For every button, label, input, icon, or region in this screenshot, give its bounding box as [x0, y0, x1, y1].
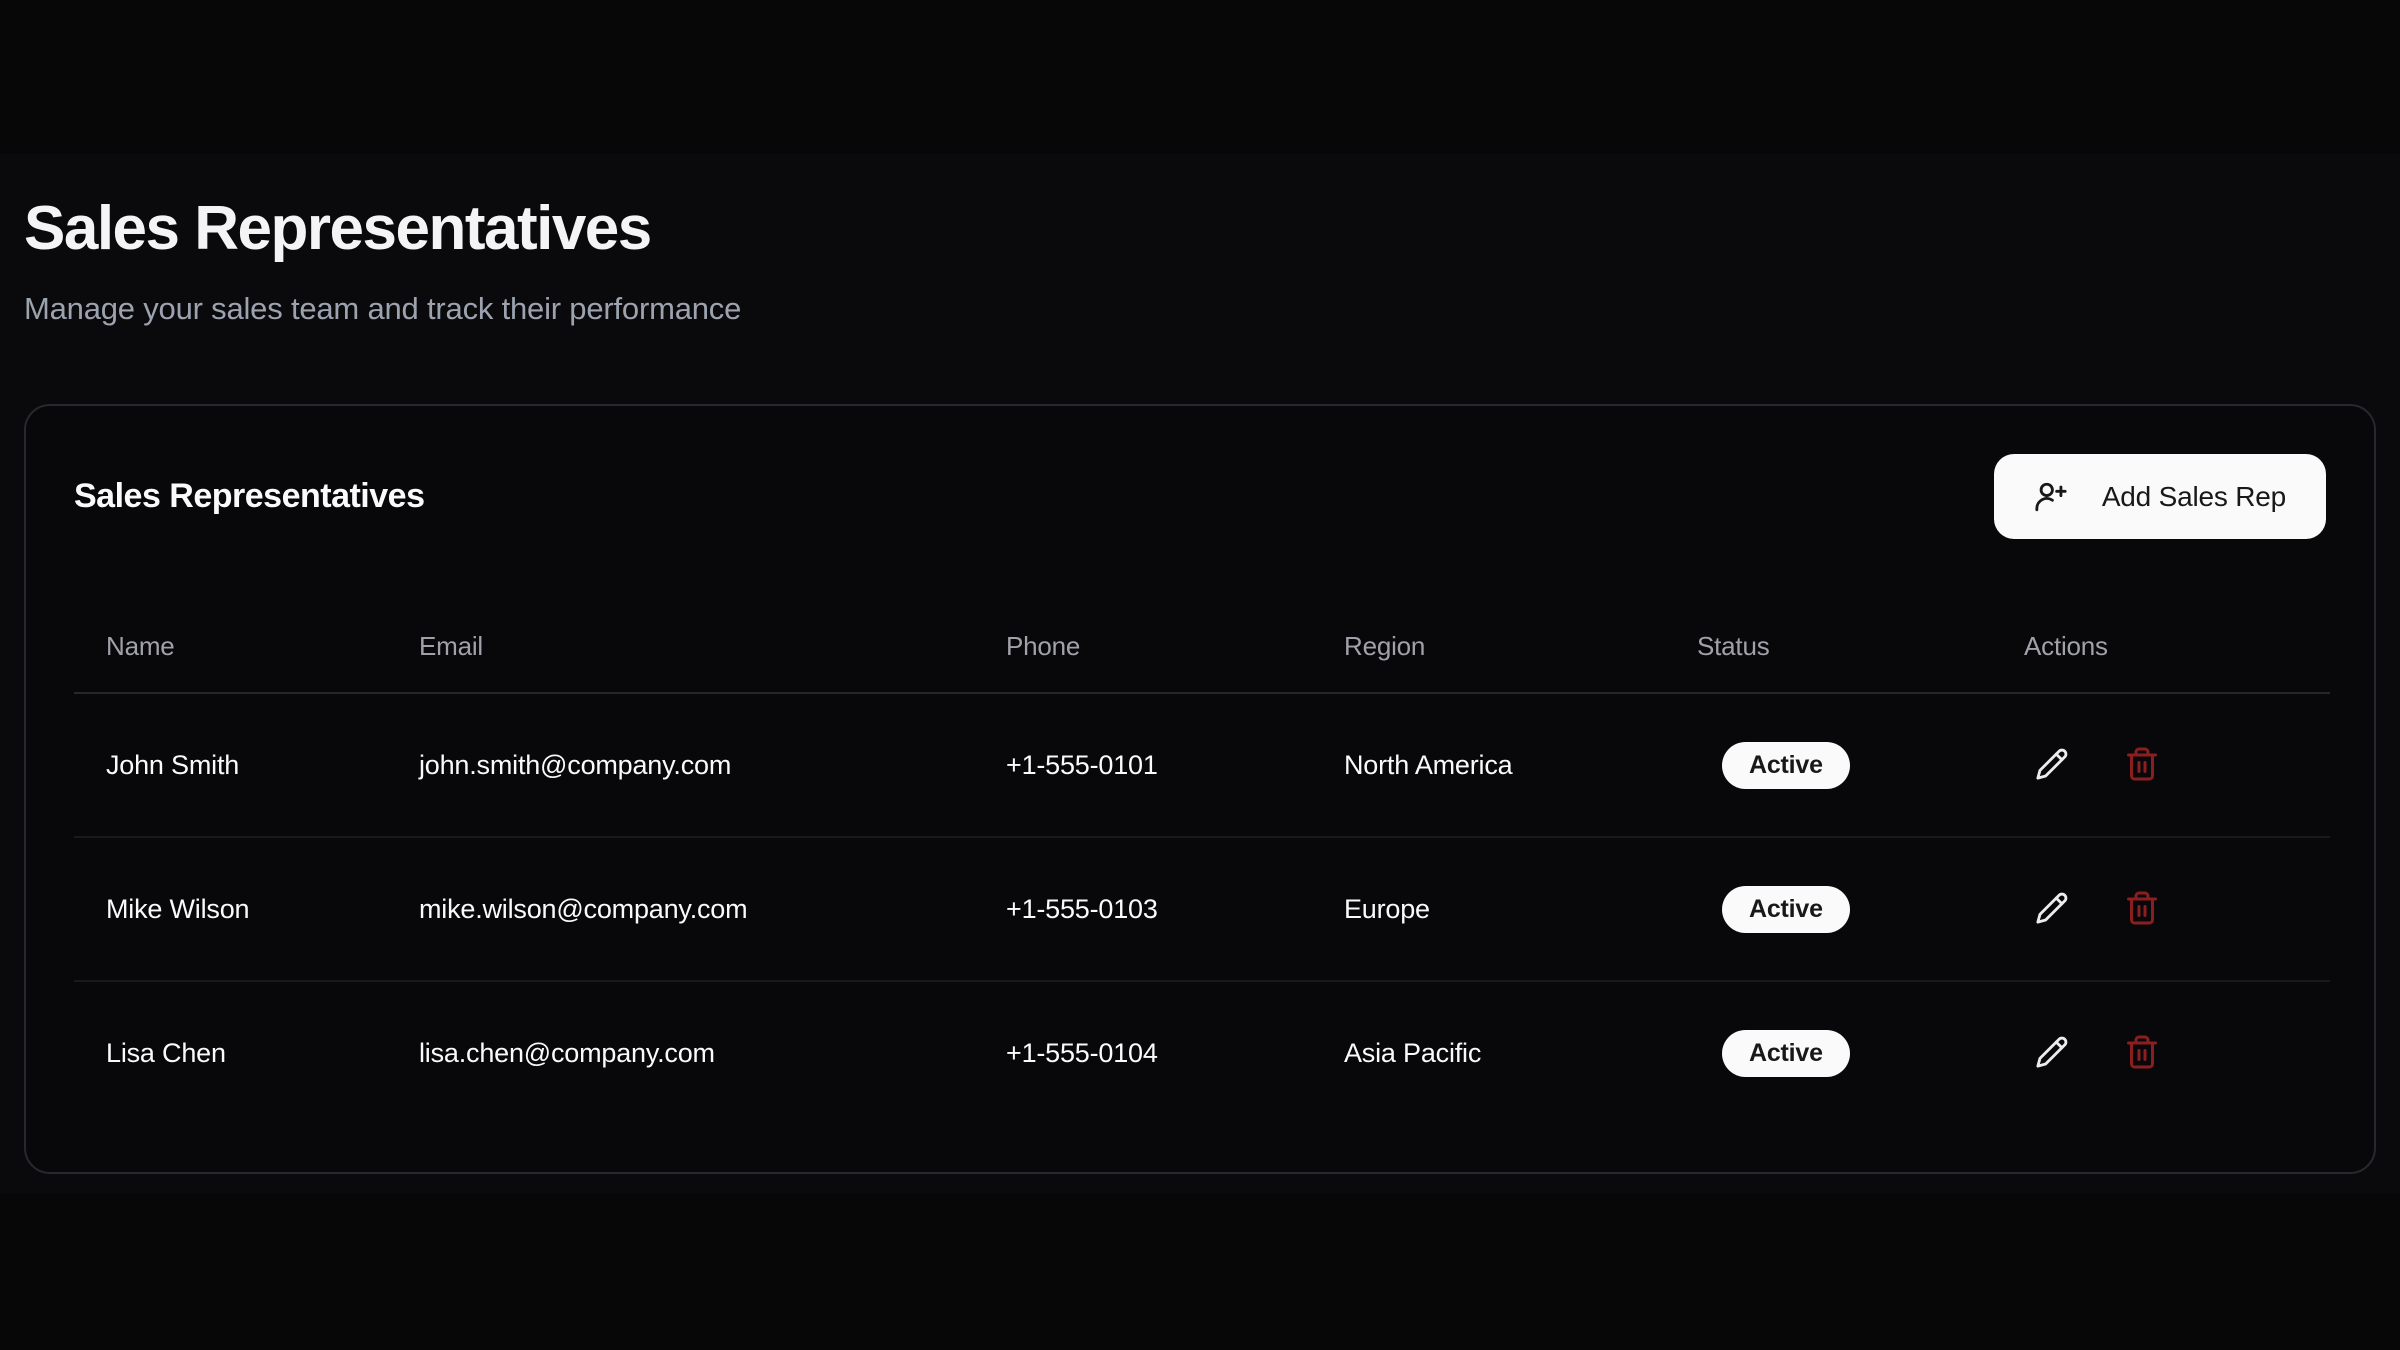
column-header-name: Name	[74, 571, 387, 693]
name-cell: Lisa Chen	[74, 981, 387, 1125]
page: Sales Representatives Manage your sales …	[0, 0, 2400, 1174]
name-cell: Mike Wilson	[74, 837, 387, 981]
card-title: Sales Representatives	[74, 477, 424, 516]
table-row: John Smith john.smith@company.com +1-555…	[74, 693, 2330, 837]
add-sales-rep-button[interactable]: Add Sales Rep	[1994, 454, 2326, 539]
status-cell: Active	[1665, 837, 1992, 981]
region-cell: Asia Pacific	[1312, 981, 1665, 1125]
delete-button[interactable]	[2114, 737, 2170, 793]
column-header-phone: Phone	[974, 571, 1312, 693]
pencil-icon	[2035, 891, 2069, 928]
email-cell: john.smith@company.com	[387, 693, 974, 837]
actions-cell	[1992, 693, 2330, 837]
column-header-email: Email	[387, 571, 974, 693]
status-cell: Active	[1665, 693, 1992, 837]
trash-icon	[2124, 1034, 2160, 1073]
column-header-region: Region	[1312, 571, 1665, 693]
pencil-icon	[2035, 747, 2069, 784]
region-cell: Europe	[1312, 837, 1665, 981]
column-header-actions: Actions	[1992, 571, 2330, 693]
trash-icon	[2124, 746, 2160, 785]
phone-cell: +1-555-0103	[974, 837, 1312, 981]
region-cell: North America	[1312, 693, 1665, 837]
sales-reps-card: Sales Representatives Add Sales Rep	[24, 404, 2376, 1174]
status-badge: Active	[1722, 742, 1850, 789]
email-cell: lisa.chen@company.com	[387, 981, 974, 1125]
actions-cell	[1992, 837, 2330, 981]
edit-button[interactable]	[2024, 881, 2080, 937]
edit-button[interactable]	[2024, 737, 2080, 793]
page-title: Sales Representatives	[24, 196, 2376, 262]
table-header-row: Name Email Phone Region Status Actions	[74, 571, 2330, 693]
page-subtitle: Manage your sales team and track their p…	[24, 290, 2376, 328]
trash-icon	[2124, 890, 2160, 929]
phone-cell: +1-555-0101	[974, 693, 1312, 837]
table-row: Lisa Chen lisa.chen@company.com +1-555-0…	[74, 981, 2330, 1125]
actions-cell	[1992, 981, 2330, 1125]
add-button-label: Add Sales Rep	[2102, 481, 2286, 513]
status-badge: Active	[1722, 1030, 1850, 1077]
sales-reps-table: Name Email Phone Region Status Actions J…	[74, 571, 2330, 1125]
name-cell: John Smith	[74, 693, 387, 837]
status-badge: Active	[1722, 886, 1850, 933]
table-row: Mike Wilson mike.wilson@company.com +1-5…	[74, 837, 2330, 981]
phone-cell: +1-555-0104	[974, 981, 1312, 1125]
delete-button[interactable]	[2114, 1026, 2170, 1082]
edit-button[interactable]	[2024, 1026, 2080, 1082]
status-cell: Active	[1665, 981, 1992, 1125]
card-header: Sales Representatives Add Sales Rep	[74, 454, 2326, 539]
column-header-status: Status	[1665, 571, 1992, 693]
delete-button[interactable]	[2114, 881, 2170, 937]
pencil-icon	[2035, 1035, 2069, 1072]
user-plus-icon	[2034, 480, 2068, 514]
email-cell: mike.wilson@company.com	[387, 837, 974, 981]
